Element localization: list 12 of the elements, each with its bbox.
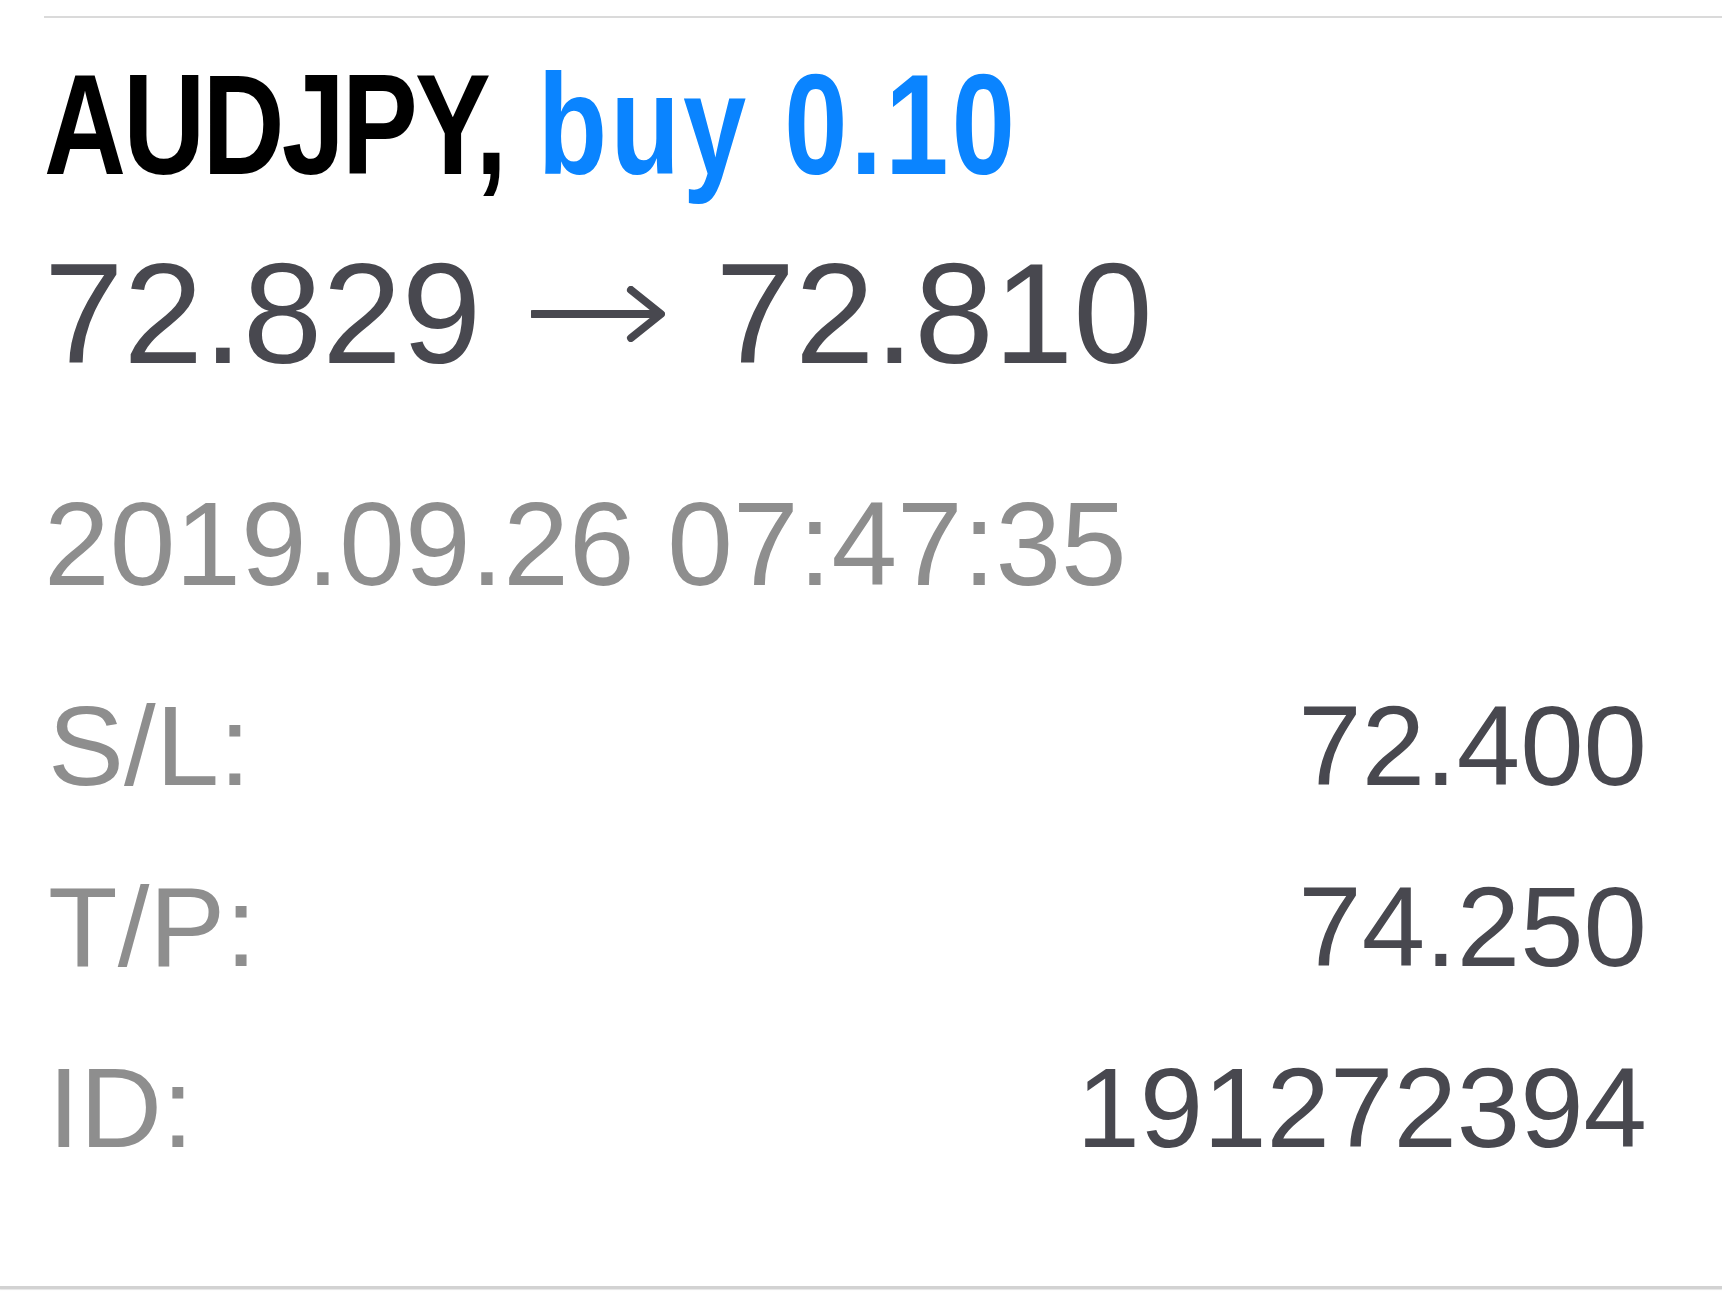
current-price-text: 72.810 bbox=[715, 242, 1153, 386]
detail-label: S/L: bbox=[47, 689, 251, 804]
order-text: buy 0.10 bbox=[537, 44, 1019, 206]
detail-value: 72.400 bbox=[1298, 689, 1647, 804]
detail-label: T/P: bbox=[47, 870, 258, 985]
detail-label: ID: bbox=[47, 1051, 194, 1166]
detail-value: 74.250 bbox=[1298, 870, 1647, 985]
open-price-text: 72.829 bbox=[44, 242, 482, 386]
right-arrow-icon bbox=[531, 285, 666, 342]
symbol-text: AUDJPY, bbox=[44, 44, 505, 206]
open-time-text: 2019.09.26 07:47:35 bbox=[44, 485, 1128, 604]
detail-value: 191272394 bbox=[1076, 1051, 1647, 1166]
